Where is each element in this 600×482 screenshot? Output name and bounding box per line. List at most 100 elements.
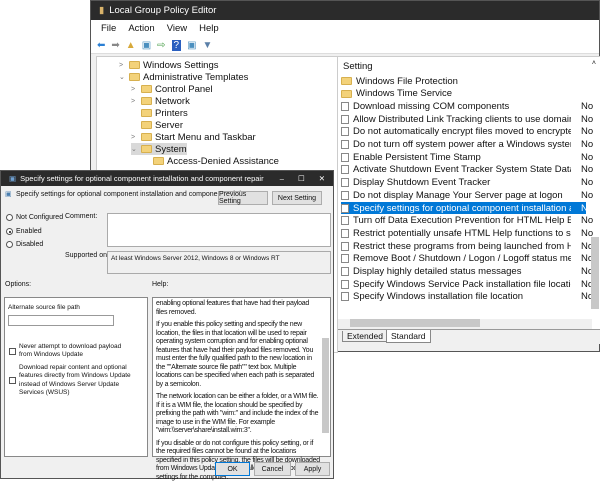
dialog-title: Specify settings for optional component …: [20, 174, 263, 183]
policy-row[interactable]: Specify Windows installation file locati…: [341, 291, 586, 303]
expander-icon[interactable]: ⌄: [131, 145, 138, 153]
vertical-scrollbar-thumb[interactable]: [591, 237, 599, 309]
policy-row[interactable]: Do not turn off system power after a Win…: [341, 139, 586, 151]
menu-bar: File Action View Help: [91, 20, 599, 37]
policy-row[interactable]: Turn off Data Execution Prevention for H…: [341, 215, 586, 227]
menu-view[interactable]: View: [167, 23, 187, 34]
policy-row[interactable]: Remove Boot / Shutdown / Logon / Logoff …: [341, 253, 586, 265]
tree-item[interactable]: >Windows Settings: [119, 59, 219, 71]
never-download-checkbox[interactable]: [9, 348, 16, 355]
close-button[interactable]: ✕: [319, 174, 325, 183]
apply-button[interactable]: Apply: [295, 462, 330, 476]
tree-item[interactable]: Server: [131, 119, 183, 131]
ok-button[interactable]: OK: [215, 462, 250, 476]
scroll-up-icon[interactable]: ˄: [592, 60, 596, 67]
dialog-title-bar: ▣ Specify settings for optional component…: [1, 171, 333, 186]
help-scrollbar[interactable]: [322, 338, 329, 433]
policy-row[interactable]: Specify Windows Service Pack installatio…: [341, 278, 586, 290]
folder-row[interactable]: Windows Time Service: [341, 88, 586, 100]
comment-textarea[interactable]: [107, 213, 331, 247]
folder-icon: [141, 97, 152, 105]
title-bar: ▮ Local Group Policy Editor: [91, 1, 599, 20]
help-icon[interactable]: ?: [172, 40, 182, 51]
policy-icon: [341, 127, 349, 136]
setting-label: Display highly detailed status messages: [353, 266, 571, 277]
back-icon[interactable]: ⬅: [97, 40, 105, 51]
expander-icon[interactable]: >: [119, 62, 126, 69]
tree-item[interactable]: >Start Menu and Taskbar: [131, 131, 256, 143]
policy-row[interactable]: Display highly detailed status messagesN…: [341, 266, 586, 278]
horizontal-scrollbar[interactable]: [338, 319, 592, 329]
tab-standard[interactable]: Standard: [386, 330, 431, 343]
policy-row[interactable]: Activate Shutdown Event Tracker System S…: [341, 164, 586, 176]
tree-item[interactable]: >Control Panel: [131, 83, 213, 95]
policy-row[interactable]: Download missing COM componentsNo: [341, 100, 586, 112]
setting-label: Specify settings for optional component …: [353, 203, 571, 214]
maximize-button[interactable]: ☐: [298, 174, 305, 183]
menu-action[interactable]: Action: [128, 23, 154, 34]
tab-extended[interactable]: Extended: [342, 331, 388, 342]
options-label: Options:: [5, 281, 31, 288]
help-panel[interactable]: enabling optional features that have had…: [152, 297, 331, 457]
radio-enabled[interactable]: Enabled: [6, 228, 42, 235]
expander-icon[interactable]: >: [131, 134, 138, 141]
policy-icon: [341, 292, 349, 301]
filter-icon[interactable]: ▼: [203, 40, 213, 51]
next-setting-button[interactable]: Next Setting: [272, 191, 322, 205]
policy-icon: [341, 102, 349, 111]
folder-icon: [341, 77, 352, 85]
folder-icon: [141, 109, 152, 117]
previous-setting-button[interactable]: Previous Setting: [218, 191, 268, 205]
show-hide-tree-icon[interactable]: ▣: [142, 40, 151, 51]
policy-icon: [341, 115, 349, 124]
policy-icon: [341, 267, 349, 276]
export-list-icon[interactable]: ⇨: [157, 40, 165, 51]
forward-icon[interactable]: ➡: [111, 40, 119, 51]
policy-row[interactable]: Enable Persistent Time StampNo: [341, 151, 586, 163]
menu-help[interactable]: Help: [199, 23, 219, 34]
folder-icon: [153, 157, 164, 165]
minimize-button[interactable]: –: [280, 174, 284, 183]
policy-icon: ▣: [9, 174, 16, 183]
options-panel: Alternate source file path Never attempt…: [4, 297, 148, 457]
properties-icon[interactable]: ▣: [187, 40, 196, 51]
policy-setting-dialog: ▣ Specify settings for optional component…: [0, 170, 334, 479]
setting-label: Allow Distributed Link Tracking clients …: [353, 114, 571, 125]
folder-row[interactable]: Windows File Protection: [341, 75, 586, 87]
policy-row[interactable]: Restrict these programs from being launc…: [341, 240, 586, 252]
policy-row[interactable]: Do not automatically encrypt files moved…: [341, 126, 586, 138]
help-label: Help:: [152, 281, 168, 288]
setting-state: No: [581, 190, 593, 201]
tree-item[interactable]: >Network: [131, 95, 190, 107]
supported-on-label: Supported on:: [65, 252, 109, 259]
policy-row[interactable]: Do not display Manage Your Server page a…: [341, 189, 586, 201]
supported-on-field: At least Windows Server 2012, Windows 8 …: [107, 251, 331, 274]
policy-row[interactable]: Specify settings for optional component …: [341, 202, 586, 214]
expander-icon[interactable]: >: [131, 86, 138, 93]
folder-icon: [141, 133, 152, 141]
policy-row[interactable]: Display Shutdown Event TrackerNo: [341, 177, 586, 189]
expander-icon[interactable]: ⌄: [119, 73, 126, 81]
app-icon: ▮: [99, 5, 104, 16]
cancel-button[interactable]: Cancel: [254, 462, 291, 476]
window-title: Local Group Policy Editor: [109, 5, 216, 16]
tree-item[interactable]: Printers: [131, 107, 188, 119]
comment-label: Comment:: [65, 213, 97, 220]
up-folder-icon[interactable]: ▲: [126, 40, 136, 51]
download-from-wu-checkbox[interactable]: [9, 377, 16, 384]
radio-disabled[interactable]: Disabled: [6, 241, 43, 248]
expander-icon[interactable]: >: [131, 98, 138, 105]
column-header-setting[interactable]: Setting: [343, 61, 373, 72]
setting-state: No: [581, 114, 593, 125]
policy-row[interactable]: Allow Distributed Link Tracking clients …: [341, 113, 586, 125]
tree-item[interactable]: ⌄Administrative Templates: [119, 71, 248, 83]
policy-row[interactable]: Restrict potentially unsafe HTML Help fu…: [341, 227, 586, 239]
tree-item[interactable]: ⌄System: [131, 143, 187, 155]
policy-icon: [341, 229, 349, 238]
radio-not-configured[interactable]: Not Configured: [6, 214, 63, 221]
menu-file[interactable]: File: [101, 23, 116, 34]
download-from-wu-label: Download repair content and optional fea…: [19, 364, 139, 398]
help-paragraph: enabling optional features that have had…: [156, 300, 320, 317]
alternate-source-path-input[interactable]: [8, 315, 114, 326]
tree-item[interactable]: Access-Denied Assistance: [143, 155, 279, 167]
